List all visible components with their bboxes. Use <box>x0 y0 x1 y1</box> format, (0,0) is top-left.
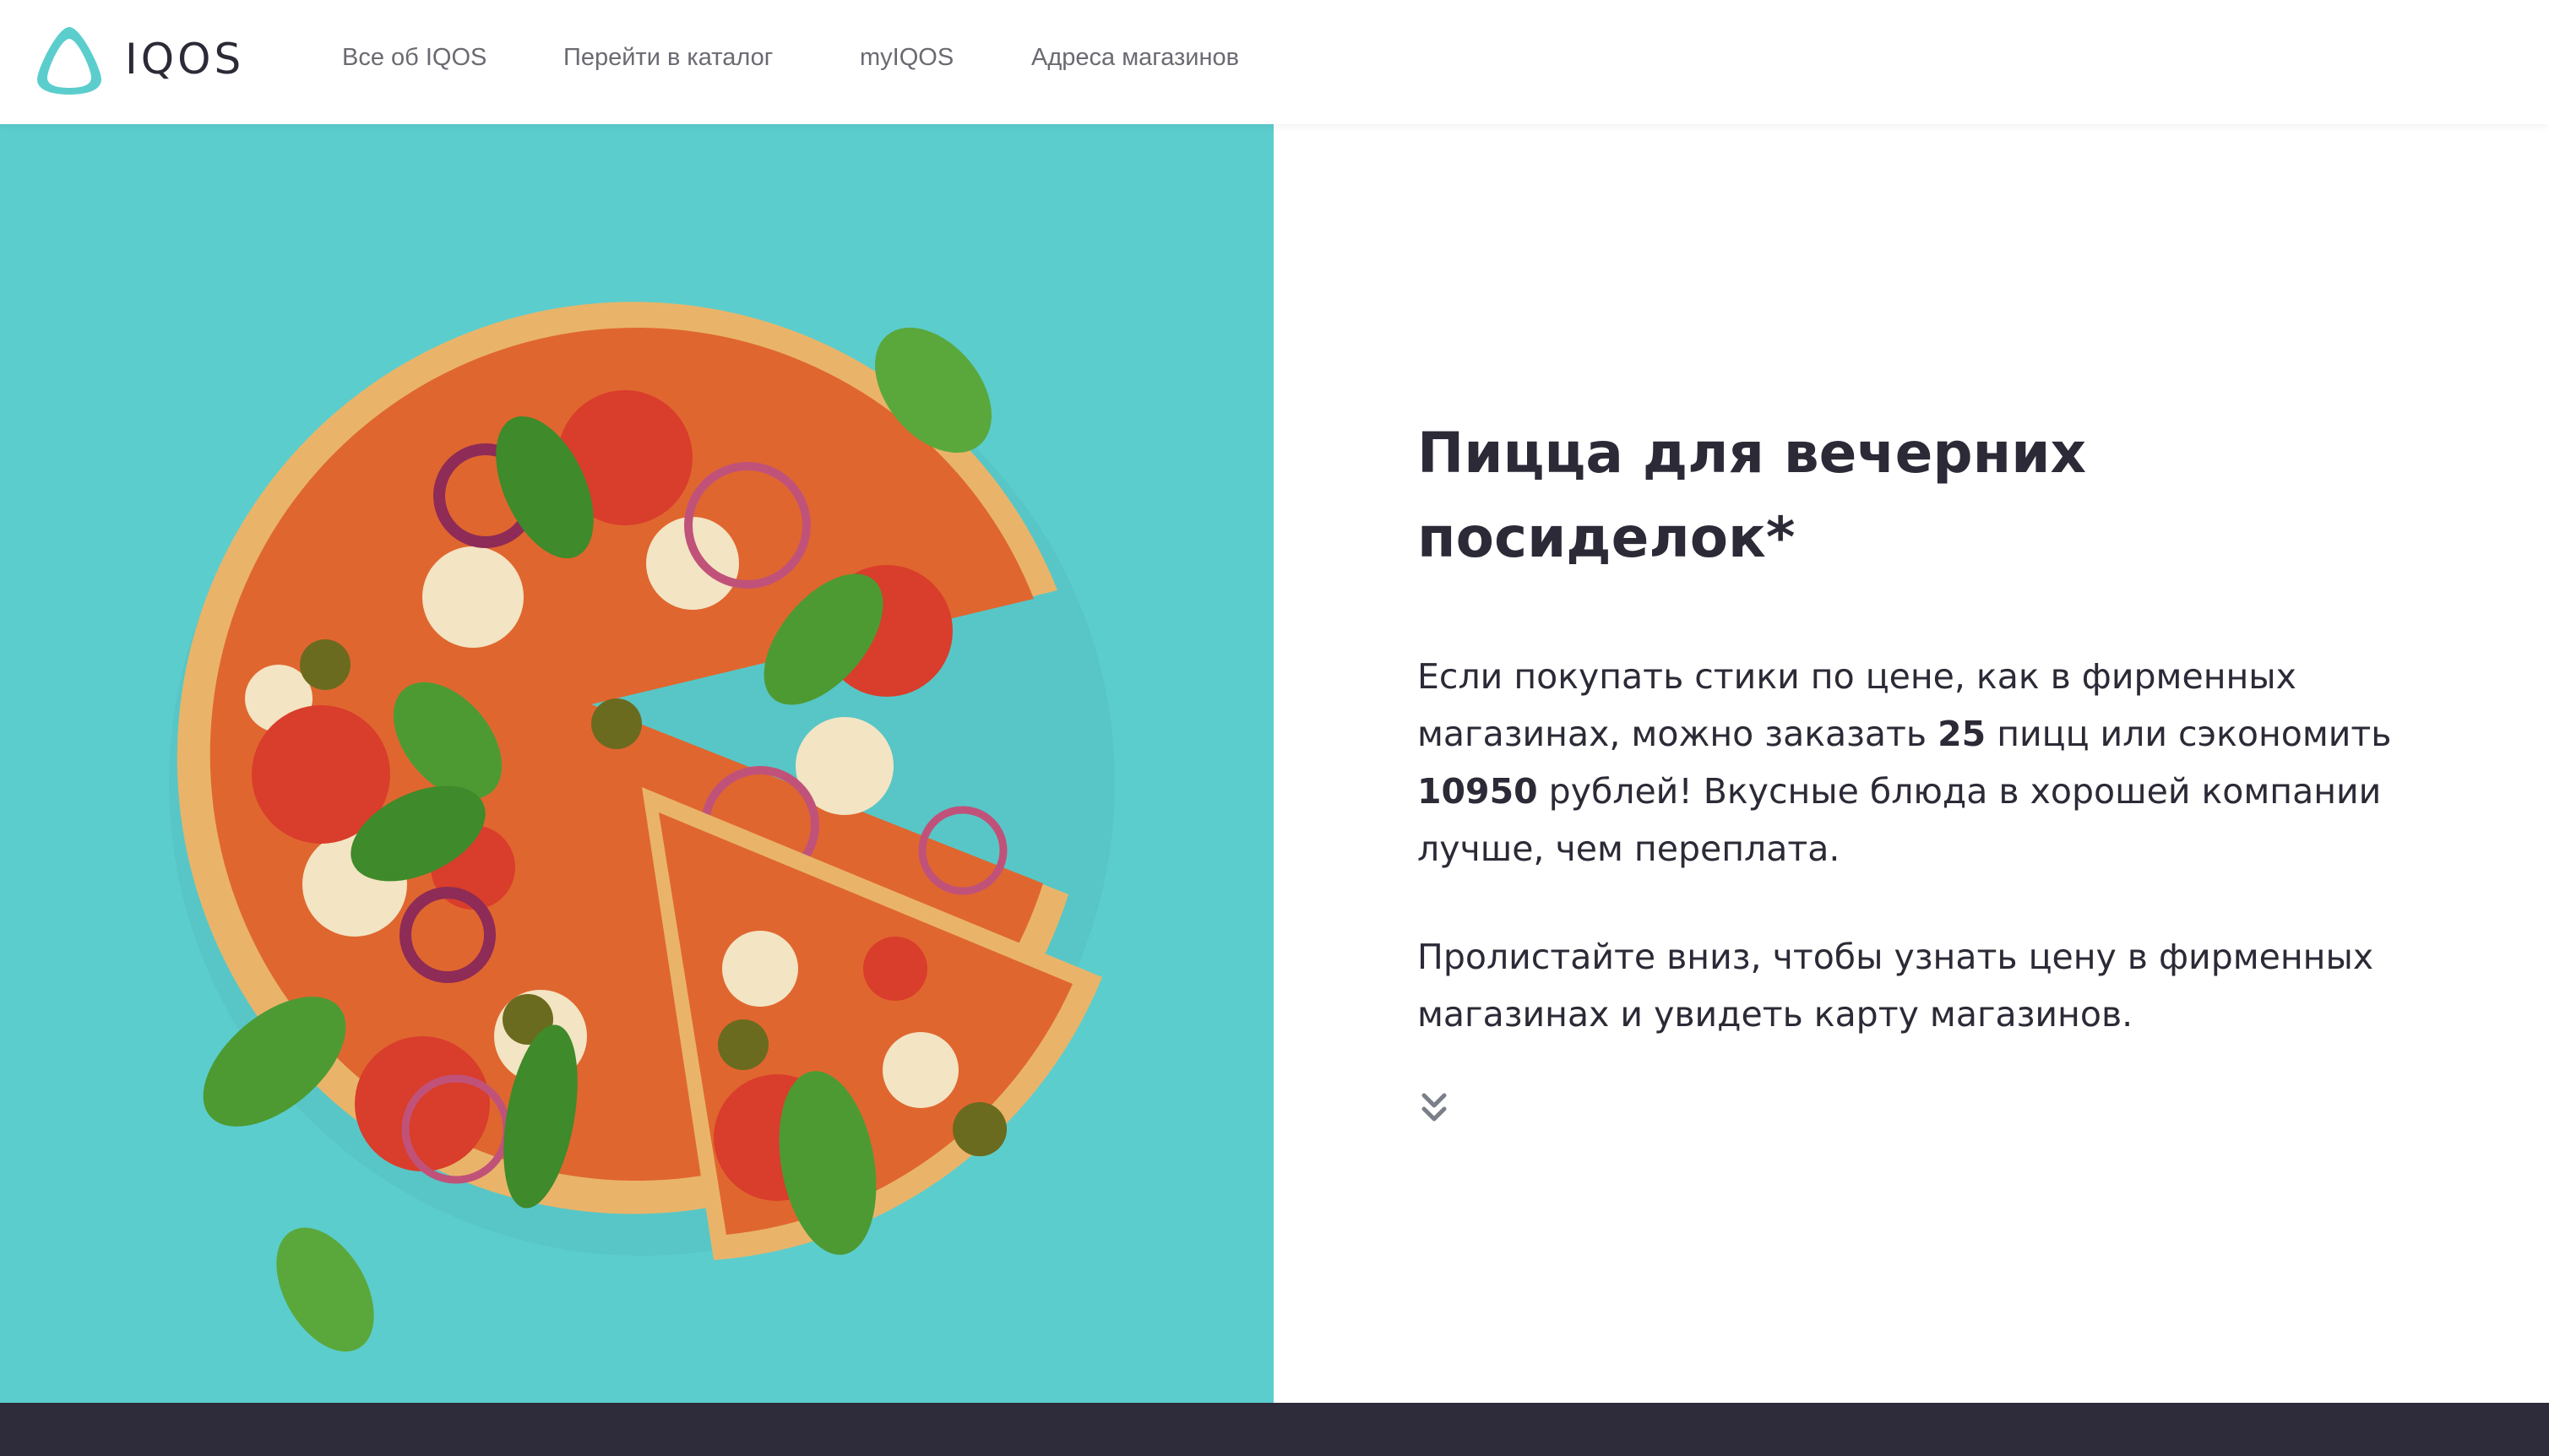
intro-text-2: пицц или сэкономить <box>1986 714 2392 754</box>
scroll-hint-paragraph: Пролистайте вниз, чтобы узнать цену в фи… <box>1417 937 2374 1035</box>
iqos-logo-icon <box>37 27 101 95</box>
nav-catalog[interactable]: Перейти в каталог <box>563 44 773 72</box>
hero-image-panel <box>0 124 1274 1403</box>
savings-amount: 10950 <box>1417 771 1538 812</box>
pizza-count: 25 <box>1938 714 1986 754</box>
nav-store-addresses[interactable]: Адреса магазинов <box>1031 44 1239 72</box>
page-title: Пицца для вечерних посиделок* <box>1417 411 2431 580</box>
pizza-image <box>169 302 1115 1352</box>
hero-text-panel: Пицца для вечерних посиделок* Если покуп… <box>1274 124 2549 1403</box>
nav-myiqos[interactable]: myIQOS <box>860 44 954 72</box>
title-line-2: посиделок* <box>1417 505 1796 570</box>
logo-wordmark: IQOS <box>125 35 245 84</box>
iqos-logo[interactable]: IQOS <box>30 19 284 100</box>
title-line-1: Пицца для вечерних <box>1417 421 2087 486</box>
nav-about-iqos[interactable]: Все об IQOS <box>342 44 486 72</box>
intro-paragraph: Если покупать стики по цене, как в фирме… <box>1417 648 2431 877</box>
site-header: IQOS Все об IQOS Перейти в каталог myIQO… <box>0 0 2549 124</box>
intro-text-3: рублей! Вкусные блюда в хорошей компании… <box>1417 771 2382 869</box>
footer-band <box>0 1403 2549 1456</box>
double-chevron-down-icon[interactable] <box>1419 1087 1449 1127</box>
